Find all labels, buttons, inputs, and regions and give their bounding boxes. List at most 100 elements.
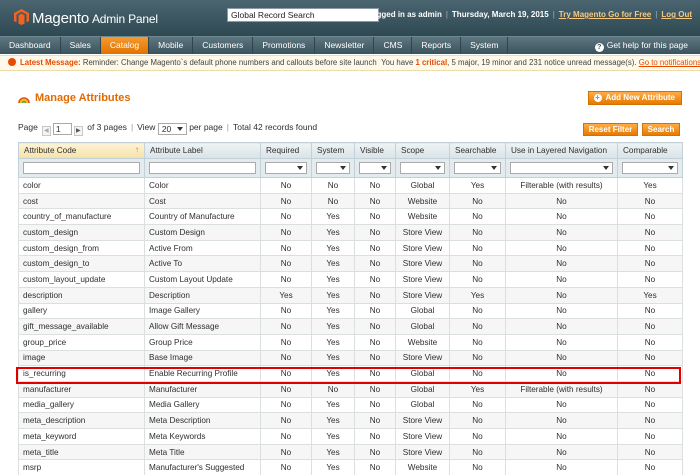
logout-link[interactable]: Log Out: [661, 10, 692, 19]
col-scope[interactable]: Scope: [395, 142, 450, 159]
col-comparable[interactable]: Comparable: [617, 142, 683, 159]
nav-customers[interactable]: Customers: [193, 37, 254, 54]
next-page-icon[interactable]: ▶: [73, 126, 83, 136]
table-row[interactable]: country_of_manufacture Country of Manufac…: [18, 208, 683, 226]
table-cell: No: [260, 428, 312, 445]
table-cell: Website: [395, 192, 450, 210]
table-cell: No: [260, 333, 312, 351]
filter-attribute-code-input[interactable]: [23, 162, 140, 174]
table-row[interactable]: meta_title Meta Title No Yes No Store View No N…: [18, 443, 683, 461]
filter-layered-navigation-select[interactable]: [510, 162, 613, 174]
table-cell: Yes: [311, 443, 355, 461]
table-cell: Yes: [311, 239, 355, 257]
col-required[interactable]: Required: [260, 142, 312, 159]
table-cell: is_recurring: [18, 365, 145, 382]
table-cell: Global: [395, 302, 450, 320]
nav-promotions[interactable]: Promotions: [253, 37, 316, 54]
col-layered-navigation[interactable]: Use in Layered Navigation: [505, 142, 618, 159]
table-cell: color: [18, 177, 145, 194]
try-magento-link[interactable]: Try Magento Go for Free: [559, 10, 651, 19]
table-row[interactable]: group_price Group Price No Yes No Website No No…: [18, 333, 683, 351]
table-cell: Website: [395, 333, 450, 351]
table-cell: Custom Design: [144, 224, 261, 241]
nav-system[interactable]: System: [461, 37, 509, 54]
table-row[interactable]: custom_layout_update Custom Layout Update…: [18, 271, 683, 288]
nav-catalog[interactable]: Catalog: [100, 37, 150, 54]
table-cell: meta_title: [18, 443, 145, 461]
table-cell: Yes: [311, 428, 355, 445]
table-cell: Yes: [311, 302, 355, 320]
table-cell: custom_design: [18, 224, 145, 241]
nav-newsletter[interactable]: Newsletter: [315, 37, 375, 54]
add-new-attribute-button[interactable]: + Add New Attribute: [587, 91, 682, 105]
table-row[interactable]: image Base Image No Yes No Store View No No No: [18, 349, 683, 367]
filter-required-select[interactable]: [265, 162, 307, 174]
header-links: Logged in as admin | Thursday, March 19, 2…: [366, 10, 692, 19]
notice-critical[interactable]: 1 critical: [415, 58, 447, 67]
filter-attribute-label-input[interactable]: [149, 162, 256, 174]
filter-comparable-select[interactable]: [622, 162, 678, 174]
nav-reports[interactable]: Reports: [412, 37, 462, 54]
nav-cms[interactable]: CMS: [374, 37, 413, 54]
col-searchable[interactable]: Searchable: [449, 142, 506, 159]
table-cell: Meta Title: [144, 443, 261, 461]
table-cell: Store View: [395, 239, 450, 257]
nav-dashboard[interactable]: Dashboard: [0, 37, 61, 54]
go-to-notifications-link[interactable]: Go to notifications: [639, 58, 700, 67]
table-cell: Yes: [617, 177, 683, 194]
col-visible[interactable]: Visible: [354, 142, 396, 159]
table-cell: No: [354, 443, 396, 461]
help-link[interactable]: ? Get help for this page: [594, 37, 688, 54]
table-cell: gallery: [18, 302, 145, 320]
filter-searchable-select[interactable]: [454, 162, 501, 174]
col-attribute-label[interactable]: Attribute Label: [144, 142, 261, 159]
table-cell: No: [260, 224, 312, 241]
nav-mobile[interactable]: Mobile: [149, 37, 194, 54]
table-row[interactable]: custom_design Custom Design No Yes No Store V…: [18, 224, 683, 241]
search-button[interactable]: Search: [642, 123, 680, 136]
table-cell: No: [449, 302, 506, 320]
col-attribute-code[interactable]: Attribute Code ↑: [18, 142, 145, 159]
table-row[interactable]: color Color No No No Global Yes Filterable (wit…: [18, 177, 683, 194]
table-row[interactable]: gallery Image Gallery No Yes No Global No No No: [18, 302, 683, 320]
table-cell: No: [449, 349, 506, 367]
table-cell: No: [505, 333, 618, 351]
filter-system-select[interactable]: [316, 162, 350, 174]
plus-icon: +: [593, 93, 602, 102]
table-cell: No: [260, 318, 312, 335]
page-title: Manage Attributes: [35, 92, 131, 104]
nav-sales[interactable]: Sales: [61, 37, 101, 54]
table-row[interactable]: is_recurring Enable Recurring Profile No Ye…: [18, 365, 683, 382]
logged-in-text: Logged in as admin: [366, 10, 442, 19]
table-cell: No: [311, 380, 355, 398]
table-row[interactable]: media_gallery Media Gallery No Yes No Global N…: [18, 396, 683, 414]
prev-page-icon[interactable]: ◀: [41, 126, 51, 136]
table-row[interactable]: cost Cost No No No Website No No No: [18, 192, 683, 210]
table-cell: No: [260, 177, 312, 194]
per-page-select[interactable]: 20: [157, 123, 187, 135]
filter-scope-select[interactable]: [400, 162, 445, 174]
page-number-input[interactable]: 1: [52, 123, 72, 135]
table-row[interactable]: msrp Manufacturer's Suggested No Yes No Websi…: [18, 459, 683, 475]
table-row[interactable]: custom_design_from Active From No Yes No Stor…: [18, 239, 683, 257]
table-cell: Global: [395, 318, 450, 335]
table-row[interactable]: custom_design_to Active To No Yes No Store Vi…: [18, 255, 683, 273]
col-system[interactable]: System: [311, 142, 355, 159]
global-search-input[interactable]: Global Record Search: [227, 8, 379, 22]
table-cell: Yes: [311, 349, 355, 367]
table-row[interactable]: description Description Yes Yes No Store View…: [18, 286, 683, 304]
table-cell: Global: [395, 380, 450, 398]
table-cell: No: [354, 239, 396, 257]
filter-visible-select[interactable]: [359, 162, 391, 174]
table-row[interactable]: gift_message_available Allow Gift Message…: [18, 318, 683, 335]
table-row[interactable]: manufacturer Manufacturer No No No Global Yes F…: [18, 380, 683, 398]
header: Magento Admin Panel Global Record Search …: [0, 0, 700, 36]
table-cell: No: [505, 255, 618, 273]
magento-logo[interactable]: Magento Admin Panel: [14, 9, 158, 27]
table-row[interactable]: meta_keyword Meta Keywords No Yes No Store Vi…: [18, 428, 683, 445]
per-page-text: per page: [189, 122, 223, 132]
table-row[interactable]: meta_description Meta Description No Yes No S…: [18, 412, 683, 429]
reset-filter-button[interactable]: Reset Filter: [583, 123, 638, 136]
table-cell: No: [505, 412, 618, 429]
main-nav: Dashboard Sales Catalog Mobile Customers…: [0, 36, 700, 54]
